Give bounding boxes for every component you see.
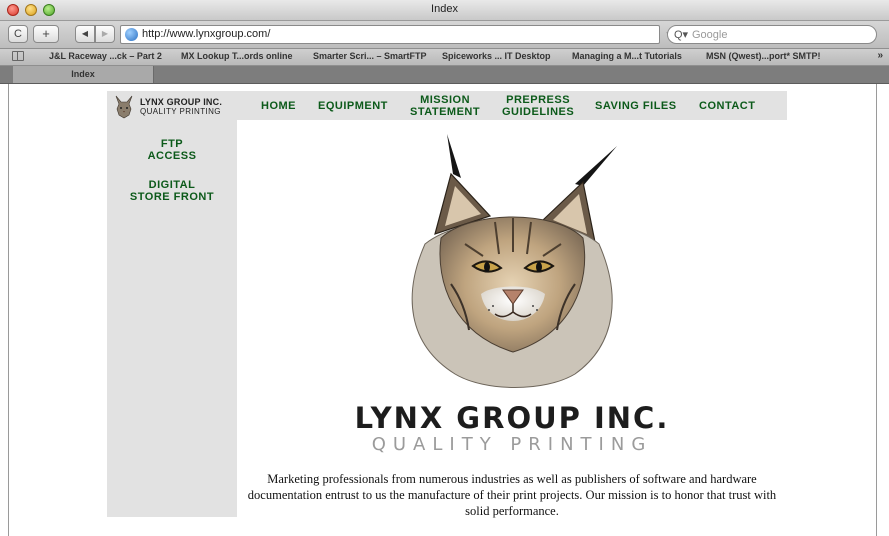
nav-prepress-guidelines[interactable]: PREPRESS GUIDELINES <box>502 94 574 118</box>
bookmark-item[interactable]: Managing a M...t Tutorials <box>572 51 682 61</box>
bookmark-item[interactable]: MX Lookup T...ords online <box>181 51 293 61</box>
lynx-illustration <box>411 134 617 388</box>
nav-label: EQUIPMENT <box>318 100 388 112</box>
sidebar-link-label: ACCESS <box>147 150 197 162</box>
nav-label: SAVING FILES <box>595 100 677 112</box>
bookmark-item[interactable]: MSN (Qwest)...port* SMTP! <box>706 51 821 61</box>
bookmark-item[interactable]: Smarter Scri... – SmartFTP <box>313 51 427 61</box>
add-bookmark-button[interactable]: + <box>33 25 59 43</box>
nav-label: HOME <box>261 100 296 112</box>
url-text: http://www.lynxgroup.com/ <box>142 28 271 40</box>
bookmarks-bar: J&L Raceway ...ck – Part 2 MX Lookup T..… <box>0 49 889 66</box>
sidebar-link-label: DIGITAL <box>148 179 196 191</box>
bookmarks-book-icon[interactable] <box>12 51 24 61</box>
search-icon[interactable]: Q▾ <box>674 28 688 41</box>
sidebar-link-label: FTP <box>160 138 184 150</box>
sidebar-link-label: STORE FRONT <box>129 191 215 203</box>
sidebar-link-digital-store-front[interactable]: DIGITAL STORE FRONT <box>107 179 237 203</box>
page-content: LYNX GROUP INC. QUALITY PRINTING HOME EQ… <box>0 84 889 536</box>
nav-mission-statement[interactable]: MISSION STATEMENT <box>410 94 480 118</box>
forward-button[interactable]: ▶ <box>95 25 115 43</box>
mission-text: Marketing professionals from numerous in… <box>247 472 777 518</box>
brand-name: LYNX GROUP INC. <box>354 401 670 435</box>
nav-saving-files[interactable]: SAVING FILES <box>595 100 677 112</box>
back-button[interactable]: ◀ <box>75 25 95 43</box>
sidebar-link-ftp-access[interactable]: FTP ACCESS <box>107 138 237 162</box>
nav-label: GUIDELINES <box>502 106 575 118</box>
reload-button[interactable]: C <box>8 25 28 43</box>
nav-contact[interactable]: CONTACT <box>699 100 755 112</box>
bookmark-item[interactable]: Spiceworks ... IT Desktop <box>442 51 551 61</box>
bookmark-item[interactable]: J&L Raceway ...ck – Part 2 <box>49 51 162 61</box>
logo-tagline: QUALITY PRINTING <box>140 107 221 116</box>
title-bar: Index <box>0 0 889 21</box>
address-bar[interactable]: http://www.lynxgroup.com/ ▾ <box>120 25 671 44</box>
globe-icon <box>125 28 138 41</box>
brand-tagline: QUALITY PRINTING <box>371 434 653 455</box>
nav-label: STATEMENT <box>410 106 481 118</box>
logo-name: LYNX GROUP INC. <box>140 97 223 107</box>
nav-equipment[interactable]: EQUIPMENT <box>318 100 388 112</box>
tab-index[interactable]: Index <box>13 66 154 83</box>
nav-label: MISSION <box>420 94 471 106</box>
search-input[interactable] <box>692 27 872 42</box>
search-field[interactable]: Q▾ <box>667 25 877 44</box>
window-title: Index <box>431 3 458 15</box>
tab-bar: Index <box>0 66 889 84</box>
lynx-logo-icon <box>115 95 133 119</box>
nav-home[interactable]: HOME <box>261 100 296 112</box>
bookmarks-overflow-icon[interactable]: » <box>877 50 883 61</box>
browser-toolbar: C + ◀ ▶ http://www.lynxgroup.com/ ▾ Q▾ <box>0 21 889 49</box>
nav-label: PREPRESS <box>506 94 571 106</box>
nav-label: CONTACT <box>699 100 756 112</box>
site-logo[interactable]: LYNX GROUP INC. QUALITY PRINTING <box>113 94 237 120</box>
